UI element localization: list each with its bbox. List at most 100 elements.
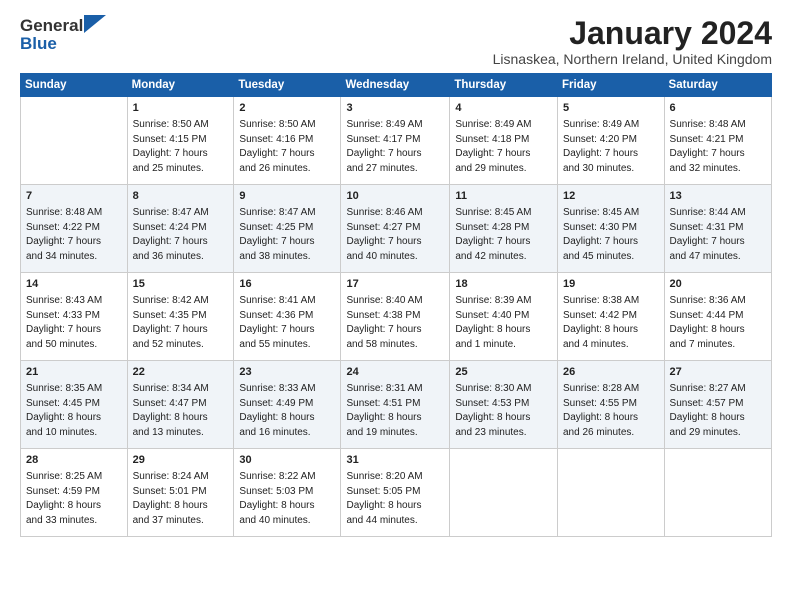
cell-content: Sunrise: 8:25 AMSunset: 4:59 PMDaylight:…	[26, 470, 122, 528]
table-row: 2Sunrise: 8:50 AMSunset: 4:16 PMDaylight…	[234, 97, 341, 185]
table-row: 10Sunrise: 8:46 AMSunset: 4:27 PMDayligh…	[341, 185, 450, 273]
cell-content: Sunrise: 8:20 AMSunset: 5:05 PMDaylight:…	[346, 470, 444, 528]
day-number: 26	[563, 365, 659, 381]
table-row: 9Sunrise: 8:47 AMSunset: 4:25 PMDaylight…	[234, 185, 341, 273]
day-number: 19	[563, 277, 659, 293]
table-row: 7Sunrise: 8:48 AMSunset: 4:22 PMDaylight…	[21, 185, 128, 273]
table-row: 16Sunrise: 8:41 AMSunset: 4:36 PMDayligh…	[234, 273, 341, 361]
table-row: 1Sunrise: 8:50 AMSunset: 4:15 PMDaylight…	[127, 97, 234, 185]
day-number: 12	[563, 189, 659, 205]
logo-blue: Blue	[20, 34, 57, 54]
cell-content: Sunrise: 8:49 AMSunset: 4:20 PMDaylight:…	[563, 118, 659, 176]
cell-content: Sunrise: 8:31 AMSunset: 4:51 PMDaylight:…	[346, 382, 444, 440]
cell-content: Sunrise: 8:49 AMSunset: 4:18 PMDaylight:…	[455, 118, 552, 176]
cell-content: Sunrise: 8:49 AMSunset: 4:17 PMDaylight:…	[346, 118, 444, 176]
cell-content: Sunrise: 8:48 AMSunset: 4:21 PMDaylight:…	[670, 118, 766, 176]
calendar-header-row: Sunday Monday Tuesday Wednesday Thursday…	[21, 74, 772, 97]
day-number: 2	[239, 101, 335, 117]
day-number: 5	[563, 101, 659, 117]
logo: General Blue	[20, 16, 106, 54]
table-row: 28Sunrise: 8:25 AMSunset: 4:59 PMDayligh…	[21, 449, 128, 537]
day-number: 14	[26, 277, 122, 293]
table-row: 21Sunrise: 8:35 AMSunset: 4:45 PMDayligh…	[21, 361, 128, 449]
cell-content: Sunrise: 8:47 AMSunset: 4:24 PMDaylight:…	[133, 206, 229, 264]
table-row: 19Sunrise: 8:38 AMSunset: 4:42 PMDayligh…	[558, 273, 665, 361]
day-number: 22	[133, 365, 229, 381]
header-saturday: Saturday	[664, 74, 771, 97]
day-number: 17	[346, 277, 444, 293]
day-number: 10	[346, 189, 444, 205]
cell-content: Sunrise: 8:35 AMSunset: 4:45 PMDaylight:…	[26, 382, 122, 440]
table-row: 8Sunrise: 8:47 AMSunset: 4:24 PMDaylight…	[127, 185, 234, 273]
table-row: 22Sunrise: 8:34 AMSunset: 4:47 PMDayligh…	[127, 361, 234, 449]
cell-content: Sunrise: 8:48 AMSunset: 4:22 PMDaylight:…	[26, 206, 122, 264]
cell-content: Sunrise: 8:33 AMSunset: 4:49 PMDaylight:…	[239, 382, 335, 440]
table-row	[558, 449, 665, 537]
cell-content: Sunrise: 8:45 AMSunset: 4:28 PMDaylight:…	[455, 206, 552, 264]
day-number: 18	[455, 277, 552, 293]
cell-content: Sunrise: 8:41 AMSunset: 4:36 PMDaylight:…	[239, 294, 335, 352]
table-row: 15Sunrise: 8:42 AMSunset: 4:35 PMDayligh…	[127, 273, 234, 361]
header-sunday: Sunday	[21, 74, 128, 97]
cell-content: Sunrise: 8:50 AMSunset: 4:16 PMDaylight:…	[239, 118, 335, 176]
table-row	[450, 449, 558, 537]
table-row: 24Sunrise: 8:31 AMSunset: 4:51 PMDayligh…	[341, 361, 450, 449]
cell-content: Sunrise: 8:40 AMSunset: 4:38 PMDaylight:…	[346, 294, 444, 352]
table-row: 17Sunrise: 8:40 AMSunset: 4:38 PMDayligh…	[341, 273, 450, 361]
cell-content: Sunrise: 8:28 AMSunset: 4:55 PMDaylight:…	[563, 382, 659, 440]
day-number: 20	[670, 277, 766, 293]
day-number: 29	[133, 453, 229, 469]
calendar-week-row: 7Sunrise: 8:48 AMSunset: 4:22 PMDaylight…	[21, 185, 772, 273]
day-number: 30	[239, 453, 335, 469]
location-title: Lisnaskea, Northern Ireland, United King…	[493, 51, 772, 67]
day-number: 1	[133, 101, 229, 117]
day-number: 15	[133, 277, 229, 293]
header-wednesday: Wednesday	[341, 74, 450, 97]
cell-content: Sunrise: 8:45 AMSunset: 4:30 PMDaylight:…	[563, 206, 659, 264]
cell-content: Sunrise: 8:38 AMSunset: 4:42 PMDaylight:…	[563, 294, 659, 352]
table-row: 30Sunrise: 8:22 AMSunset: 5:03 PMDayligh…	[234, 449, 341, 537]
day-number: 24	[346, 365, 444, 381]
calendar-title-block: January 2024 Lisnaskea, Northern Ireland…	[493, 16, 772, 67]
table-row: 12Sunrise: 8:45 AMSunset: 4:30 PMDayligh…	[558, 185, 665, 273]
day-number: 23	[239, 365, 335, 381]
month-title: January 2024	[493, 16, 772, 51]
table-row: 18Sunrise: 8:39 AMSunset: 4:40 PMDayligh…	[450, 273, 558, 361]
table-row: 29Sunrise: 8:24 AMSunset: 5:01 PMDayligh…	[127, 449, 234, 537]
cell-content: Sunrise: 8:34 AMSunset: 4:47 PMDaylight:…	[133, 382, 229, 440]
table-row: 27Sunrise: 8:27 AMSunset: 4:57 PMDayligh…	[664, 361, 771, 449]
cell-content: Sunrise: 8:50 AMSunset: 4:15 PMDaylight:…	[133, 118, 229, 176]
header-tuesday: Tuesday	[234, 74, 341, 97]
calendar-week-row: 1Sunrise: 8:50 AMSunset: 4:15 PMDaylight…	[21, 97, 772, 185]
day-number: 8	[133, 189, 229, 205]
header-friday: Friday	[558, 74, 665, 97]
table-row: 6Sunrise: 8:48 AMSunset: 4:21 PMDaylight…	[664, 97, 771, 185]
table-row: 3Sunrise: 8:49 AMSunset: 4:17 PMDaylight…	[341, 97, 450, 185]
day-number: 16	[239, 277, 335, 293]
cell-content: Sunrise: 8:30 AMSunset: 4:53 PMDaylight:…	[455, 382, 552, 440]
table-row: 14Sunrise: 8:43 AMSunset: 4:33 PMDayligh…	[21, 273, 128, 361]
cell-content: Sunrise: 8:42 AMSunset: 4:35 PMDaylight:…	[133, 294, 229, 352]
cell-content: Sunrise: 8:24 AMSunset: 5:01 PMDaylight:…	[133, 470, 229, 528]
logo-general: General	[20, 16, 83, 36]
table-row: 26Sunrise: 8:28 AMSunset: 4:55 PMDayligh…	[558, 361, 665, 449]
table-row	[664, 449, 771, 537]
day-number: 11	[455, 189, 552, 205]
cell-content: Sunrise: 8:46 AMSunset: 4:27 PMDaylight:…	[346, 206, 444, 264]
day-number: 3	[346, 101, 444, 117]
calendar-week-row: 21Sunrise: 8:35 AMSunset: 4:45 PMDayligh…	[21, 361, 772, 449]
cell-content: Sunrise: 8:44 AMSunset: 4:31 PMDaylight:…	[670, 206, 766, 264]
day-number: 7	[26, 189, 122, 205]
cell-content: Sunrise: 8:43 AMSunset: 4:33 PMDaylight:…	[26, 294, 122, 352]
cell-content: Sunrise: 8:36 AMSunset: 4:44 PMDaylight:…	[670, 294, 766, 352]
logo-flag-icon	[84, 15, 106, 33]
day-number: 13	[670, 189, 766, 205]
day-number: 6	[670, 101, 766, 117]
calendar-week-row: 28Sunrise: 8:25 AMSunset: 4:59 PMDayligh…	[21, 449, 772, 537]
table-row: 31Sunrise: 8:20 AMSunset: 5:05 PMDayligh…	[341, 449, 450, 537]
day-number: 25	[455, 365, 552, 381]
table-row: 23Sunrise: 8:33 AMSunset: 4:49 PMDayligh…	[234, 361, 341, 449]
day-number: 27	[670, 365, 766, 381]
cell-content: Sunrise: 8:39 AMSunset: 4:40 PMDaylight:…	[455, 294, 552, 352]
table-row: 11Sunrise: 8:45 AMSunset: 4:28 PMDayligh…	[450, 185, 558, 273]
